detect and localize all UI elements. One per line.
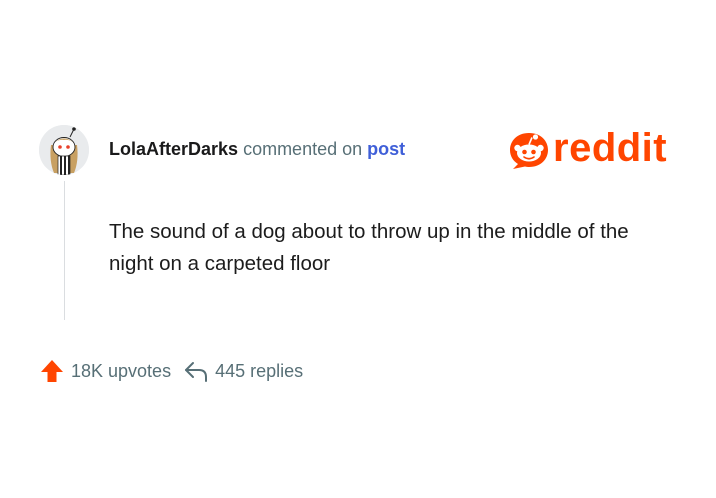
commented-on-text: commented on [243, 139, 363, 159]
reddit-logo[interactable]: reddit [507, 126, 675, 172]
replies-count[interactable]: 445 replies [215, 361, 303, 382]
comment-body: The sound of a dog about to throw up in … [109, 220, 629, 275]
reddit-snoo-icon [510, 133, 548, 169]
comment-footer: 18K upvotes 445 replies [39, 358, 303, 384]
post-link[interactable]: post [367, 139, 405, 159]
upvotes-count: 18K upvotes [71, 360, 172, 381]
reply-arrow-icon[interactable] [183, 358, 209, 384]
reddit-wordmark: reddit [553, 126, 668, 170]
username-link[interactable]: LolaAfterDarks [109, 139, 238, 159]
thread-line [64, 181, 65, 320]
comment-header: LolaAfterDarks commented on post [109, 139, 405, 160]
upvote-arrow-icon[interactable] [39, 358, 65, 384]
user-avatar[interactable] [39, 125, 89, 175]
